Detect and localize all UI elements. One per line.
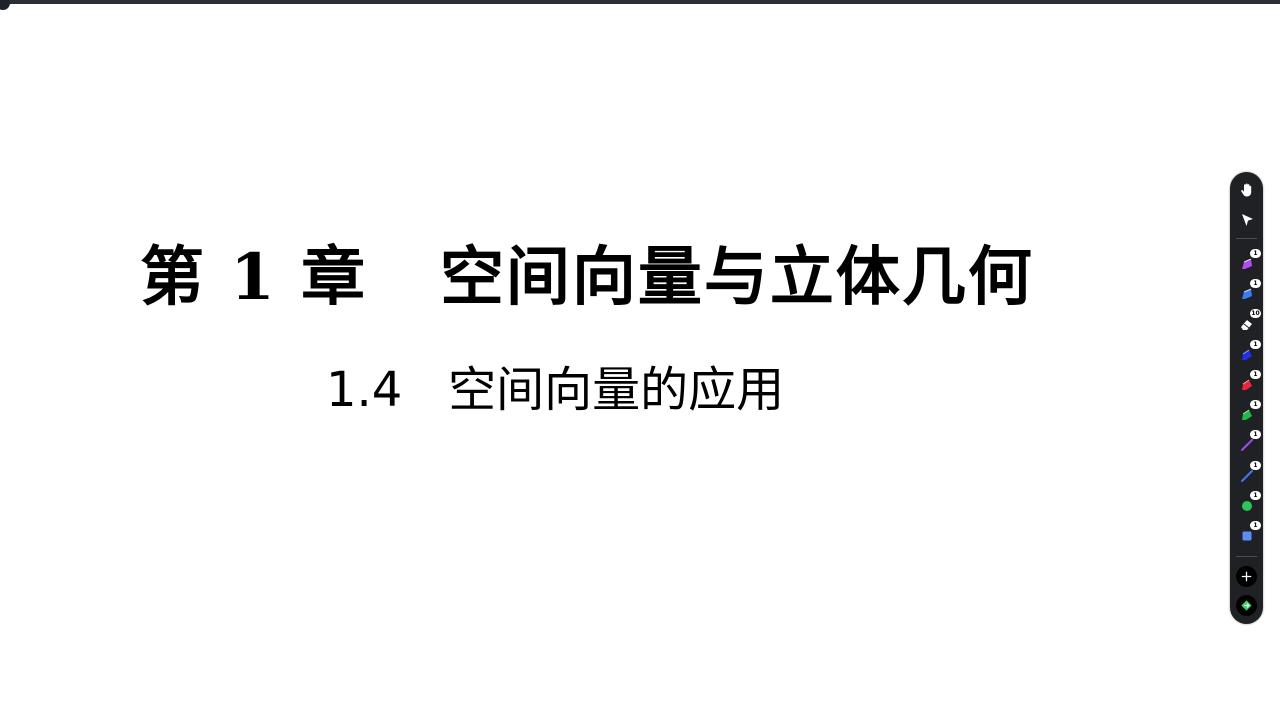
eraser-icon: [1240, 319, 1252, 330]
top-bar: [0, 0, 1280, 4]
highlighter-icon: [1241, 349, 1252, 360]
chapter-prefix: 第: [140, 241, 206, 315]
red-highlighter-tool[interactable]: 1: [1236, 370, 1261, 395]
share-button[interactable]: [1236, 595, 1257, 616]
highlighter-icon: [1241, 379, 1252, 390]
circle-icon: [1241, 500, 1252, 511]
pen-icon: [1241, 288, 1252, 299]
chapter-number: 1: [230, 240, 277, 315]
chapter-title: 第 1 章 空间向量与立体几何: [140, 226, 1034, 318]
tool-count-badge: 10: [1250, 309, 1261, 318]
highlighter-icon: [1241, 409, 1252, 420]
tool-count-badge: 1: [1250, 340, 1261, 349]
purple-pen-tool[interactable]: 1: [1236, 249, 1261, 274]
blue-square-tool[interactable]: 1: [1236, 521, 1261, 546]
blue-line-tool[interactable]: 1: [1236, 461, 1261, 486]
annotation-toolbar: 1 1 10 1 1 1 1 1 1 1: [1230, 172, 1263, 624]
green-highlighter-tool[interactable]: 1: [1236, 400, 1261, 425]
plus-icon: [1241, 571, 1252, 582]
tool-count-badge: 1: [1250, 400, 1261, 409]
cursor-arrow-icon: [1241, 213, 1253, 226]
add-tool-button[interactable]: [1236, 566, 1257, 587]
eraser-tool[interactable]: 10: [1236, 309, 1261, 334]
corner-menu-icon[interactable]: [0, 0, 10, 10]
line-icon: [1240, 438, 1253, 451]
purple-line-tool[interactable]: 1: [1236, 430, 1261, 455]
line-icon: [1240, 469, 1253, 482]
blue-pen-tool[interactable]: 1: [1236, 279, 1261, 304]
section-name: 空间向量的应用: [448, 362, 785, 418]
tool-count-badge: 1: [1250, 461, 1261, 470]
chapter-suffix: 章: [301, 241, 368, 315]
tool-count-badge: 1: [1250, 370, 1261, 379]
green-circle-tool[interactable]: 1: [1236, 491, 1261, 516]
toolbar-divider: [1236, 238, 1257, 239]
toolbar-divider: [1236, 556, 1257, 557]
hand-icon: [1240, 183, 1251, 196]
dark-blue-highlighter-tool[interactable]: 1: [1236, 340, 1261, 365]
square-icon: [1242, 531, 1251, 540]
tool-count-badge: 1: [1250, 491, 1261, 500]
diamond-arrow-icon: [1241, 600, 1252, 611]
section-title: 1.4 空间向量的应用: [326, 350, 784, 420]
pen-icon: [1241, 258, 1252, 269]
tool-count-badge: 1: [1250, 249, 1261, 258]
section-number: 1.4: [326, 362, 403, 418]
hand-tool[interactable]: [1236, 179, 1257, 200]
tool-count-badge: 1: [1250, 521, 1261, 530]
select-tool[interactable]: [1236, 209, 1257, 230]
chapter-name: 空间向量与立体几何: [439, 241, 1034, 315]
tool-count-badge: 1: [1250, 430, 1261, 439]
tool-count-badge: 1: [1250, 279, 1261, 288]
